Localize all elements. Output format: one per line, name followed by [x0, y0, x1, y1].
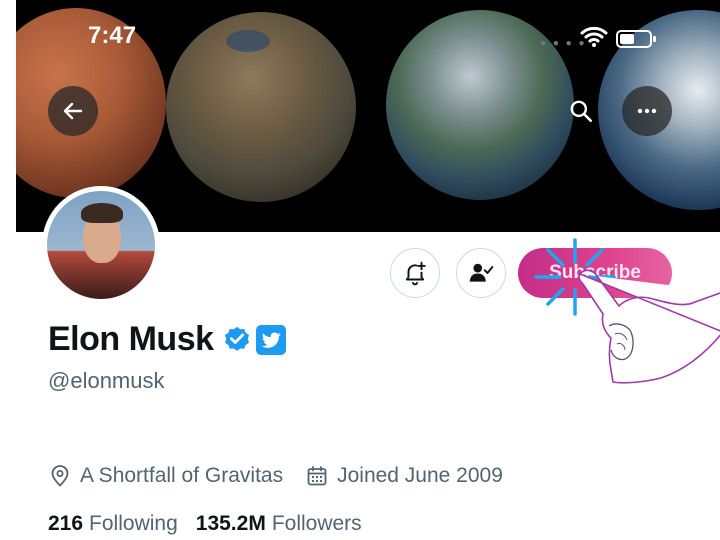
followers-count: 135.2M [195, 512, 266, 535]
followers-stat[interactable]: 135.2M Followers [196, 512, 362, 536]
location-pin-icon [51, 465, 69, 487]
bell-plus-icon [405, 261, 426, 286]
display-name: Elon Musk [48, 320, 214, 358]
back-arrow-icon [63, 102, 83, 120]
verified-badge-icon[interactable] [222, 325, 252, 355]
joined-item: Joined June 2009 [305, 464, 503, 488]
following-stat[interactable]: 216 Following [48, 512, 178, 536]
following-label: Following [89, 512, 178, 535]
notifications-button[interactable] [390, 248, 440, 298]
back-button[interactable] [48, 86, 98, 136]
more-icon [637, 108, 657, 114]
wifi-icon [580, 26, 608, 47]
twitter-bird-icon[interactable] [255, 324, 286, 355]
followers-label: Followers [271, 512, 362, 535]
profile-handle: @elonmusk [48, 368, 165, 393]
calendar-icon [307, 466, 327, 486]
hand-pointer-icon [578, 269, 720, 384]
profile-meta-row: A Shortfall of Gravitas Joined June 2009 [48, 464, 503, 488]
battery-icon [616, 30, 656, 48]
banner-planet [166, 12, 356, 202]
following-button[interactable] [456, 248, 506, 298]
following-count: 216 [48, 512, 84, 535]
profile-name-row: Elon Musk [48, 320, 286, 359]
status-bar-time: 7:47 [88, 22, 137, 49]
person-check-icon [469, 263, 494, 282]
search-icon [570, 100, 593, 123]
more-options-button[interactable] [622, 86, 672, 136]
location-item: A Shortfall of Gravitas [48, 464, 283, 488]
avatar[interactable] [42, 186, 160, 304]
search-button[interactable] [556, 86, 606, 136]
follow-stats-row: 216 Following 135.2M Followers [48, 512, 362, 536]
location-text: A Shortfall of Gravitas [80, 464, 284, 487]
avatar-photo [47, 191, 155, 299]
joined-text: Joined June 2009 [337, 464, 503, 487]
